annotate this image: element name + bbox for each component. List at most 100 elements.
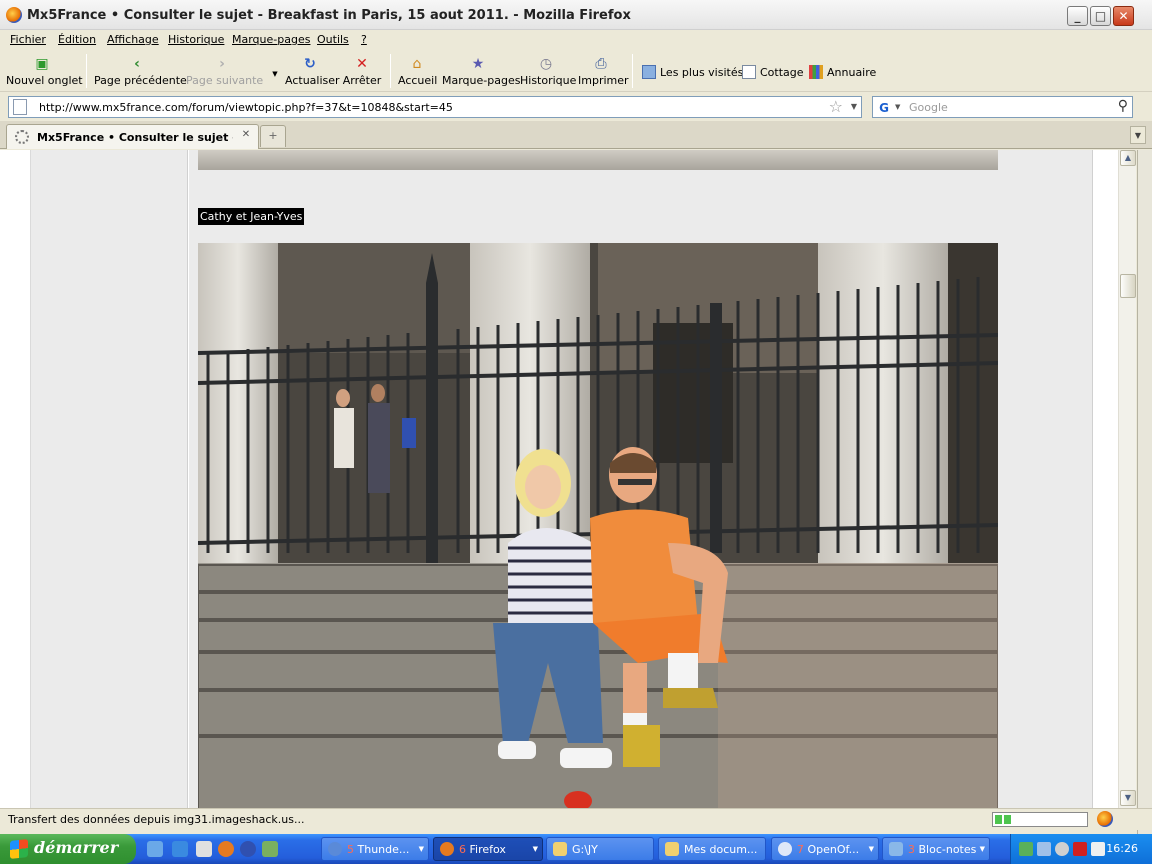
address-bar-row: http://www.mx5france.com/forum/viewtopic… [0,93,1152,121]
quicklaunch-media-icon[interactable] [240,841,256,857]
bookmarks-button[interactable]: ★ Marque-pages [442,54,520,90]
folder-icon [665,842,679,856]
post-photo[interactable] [198,243,998,808]
print-button[interactable]: ⎙ Imprimer [578,54,629,90]
task-thunderbird[interactable]: 5 Thunde... ▼ [321,837,429,861]
tray-app-icon[interactable] [1037,842,1051,856]
bookmark-annuaire[interactable]: Annuaire [809,65,876,79]
chevron-down-icon: ▼ [868,845,874,853]
task-firefox[interactable]: 6 Firefox ▼ [433,837,543,861]
new-tab-button[interactable]: ▣ Nouvel onglet [6,54,83,90]
reload-icon: ↻ [304,56,316,72]
bookmark-most-visited-label: Les plus visités [660,66,744,79]
page-icon [13,99,27,115]
chevron-down-icon[interactable]: ▼ [895,103,900,111]
menu-historique[interactable]: Historique [168,33,224,46]
annuaire-icon [809,65,823,79]
bookmarks-label: Marque-pages [442,74,521,87]
home-button[interactable]: ⌂ Accueil [398,54,438,90]
bookmark-cottage[interactable]: Cottage [742,65,804,79]
firefox-status-icon[interactable] [1097,811,1113,827]
plus-icon: + [268,129,278,142]
menu-outils[interactable]: Outils [317,33,349,46]
chevron-down-icon[interactable]: ▼ [851,102,857,111]
windows-taskbar: démarrer 5 Thunde... ▼ 6 Firefox ▼ G:\JY… [0,834,1152,864]
scroll-up-button[interactable]: ▲ [1120,150,1136,166]
google-icon[interactable]: G [876,100,892,116]
vertical-scrollbar[interactable]: ▲ ▼ [1118,150,1136,808]
close-tab-icon[interactable]: ✕ [239,128,253,142]
scroll-thumb[interactable] [1120,274,1136,298]
close-button[interactable]: ✕ [1113,6,1134,26]
home-label: Accueil [398,74,438,87]
tray-antivirus-icon[interactable] [1073,842,1087,856]
task-folder-jy-label: G:\JY [572,843,598,856]
quicklaunch-desktop-icon[interactable] [196,841,212,857]
stop-icon: ✕ [356,56,368,72]
chevron-down-icon: ▼ [418,845,424,853]
quicklaunch-ie-icon[interactable] [147,841,163,857]
printer-icon: ⎙ [595,56,607,72]
task-folder-jy[interactable]: G:\JY [546,837,654,861]
toolbar-separator [390,54,391,88]
back-button[interactable]: ‹ Page précédente [94,54,187,90]
new-tab-label: Nouvel onglet [6,74,83,87]
tab-label: Mx5France • Consulter le sujet - Bre... [37,131,233,144]
quicklaunch-photo-icon[interactable] [262,841,278,857]
minimize-button[interactable]: _ [1067,6,1088,26]
menu-help[interactable]: ? [361,33,367,46]
task-mes-documents-label: Mes docum... [684,843,758,856]
chevron-down-icon: ▼ [532,845,538,853]
bookmark-annuaire-label: Annuaire [827,66,877,79]
previous-photo [198,150,998,170]
toolbar-separator [632,54,633,88]
stop-button[interactable]: ✕ Arrêter [342,54,382,90]
status-bar: Transfert des données depuis img31.image… [0,808,1152,830]
new-tab-button[interactable]: + [260,125,286,147]
menu-marque-pages[interactable]: Marque-pages [232,33,310,46]
menu-affichage[interactable]: Affichage [107,33,159,46]
quicklaunch-browser-icon[interactable] [172,841,188,857]
bookmarks-icon: ★ [471,56,485,72]
toolbar-separator [86,54,87,88]
history-dropdown[interactable]: ▼ [266,54,277,90]
reload-button[interactable]: ↻ Actualiser [285,54,340,90]
forum-post: Cathy et Jean-Yves [189,150,1092,808]
task-openoffice[interactable]: 7 OpenOf... ▼ [771,837,879,861]
loading-spinner-icon [15,130,29,144]
tray-network-icon[interactable] [1019,842,1033,856]
forward-label: Page suivante [186,74,264,87]
tray-volume-icon[interactable] [1091,842,1105,856]
openoffice-icon [778,842,792,856]
status-text: Transfert des données depuis img31.image… [8,813,305,826]
star-icon[interactable]: ☆ [829,97,843,116]
history-button[interactable]: ◷ Historique [520,54,576,90]
search-icon[interactable]: ⚲ [1118,98,1128,114]
windows-logo-icon [10,839,28,859]
quicklaunch-firefox-icon[interactable] [218,841,234,857]
tray-update-icon[interactable] [1055,842,1069,856]
left-margin [30,150,188,808]
navigation-toolbar: ▣ Nouvel onglet ‹ Page précédente › Page… [0,50,1152,92]
task-mes-documents[interactable]: Mes docum... [658,837,766,861]
photo-caption: Cathy et Jean-Yves [198,208,305,225]
history-label: Historique [520,74,577,87]
forward-arrow-icon: › [219,56,225,72]
maximize-button[interactable]: □ [1090,6,1111,26]
window-title: Mx5France • Consulter le sujet - Breakfa… [27,8,631,23]
scroll-down-button[interactable]: ▼ [1120,790,1136,806]
tab-list-button[interactable]: ▼ [1130,126,1146,144]
task-bloc-notes[interactable]: 3 Bloc-notes ▼ [882,837,990,861]
firefox-icon [6,7,22,23]
tab-current[interactable]: Mx5France • Consulter le sujet - Bre... … [6,124,259,149]
url-text: http://www.mx5france.com/forum/viewtopic… [39,101,453,114]
start-button[interactable]: démarrer [0,834,136,864]
window-titlebar[interactable]: Mx5France • Consulter le sujet - Breakfa… [0,0,1152,30]
search-input[interactable]: G ▼ Google ⚲ [872,96,1133,118]
menu-edition[interactable]: Édition [58,33,96,46]
menu-fichier[interactable]: Fichier [10,33,46,46]
loading-progress-bar [992,812,1088,827]
forward-button[interactable]: › Page suivante [186,54,263,90]
bookmark-most-visited[interactable]: Les plus visités [642,65,743,79]
url-input[interactable]: http://www.mx5france.com/forum/viewtopic… [8,96,862,118]
